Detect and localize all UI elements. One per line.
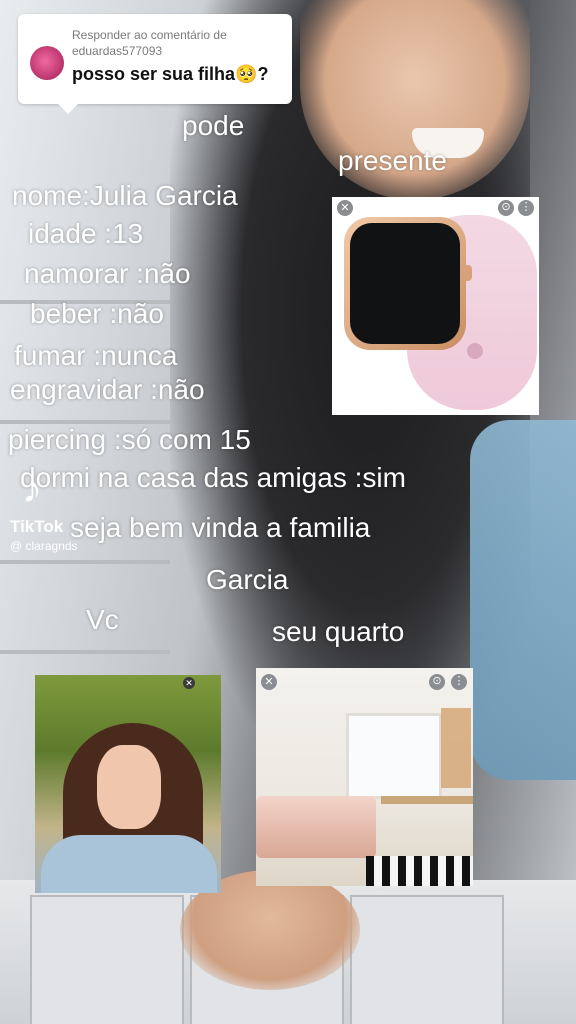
text-piercing: piercing :só com 15: [8, 424, 251, 455]
text-nome: nome:Julia Garcia: [12, 180, 238, 211]
shirt-shape: [470, 420, 576, 780]
close-icon[interactable]: ✕: [183, 677, 195, 689]
room-bed: [256, 796, 376, 858]
girl-shirt: [41, 835, 217, 893]
tiktok-app-name: TikTok: [10, 517, 64, 536]
tiktok-watermark: ♪ TikTok @ claragnds: [10, 465, 100, 561]
photo-vc[interactable]: ✕: [35, 675, 221, 893]
shelf: [0, 650, 170, 654]
share-icon[interactable]: ⊙: [429, 674, 445, 690]
text-engravidar: engravidar :não: [10, 374, 205, 405]
text-presente: presente: [338, 145, 447, 176]
cabinet-door: [30, 895, 184, 1024]
text-vc: Vc: [86, 604, 119, 635]
room-desk: [381, 796, 473, 804]
watch-image[interactable]: ✕ ⊙ ⋮: [332, 197, 539, 415]
share-icon[interactable]: ⊙: [498, 200, 514, 216]
reply-comment-text: posso ser sua filha🥺?: [72, 64, 269, 84]
room-window: [346, 713, 442, 799]
more-icon[interactable]: ⋮: [518, 200, 534, 216]
watch-screen: [350, 223, 460, 344]
commenter-avatar: [30, 46, 64, 80]
reply-comment-card[interactable]: Responder ao comentário de eduardas57709…: [18, 14, 292, 114]
reply-label: Responder ao comentário de eduardas57709…: [72, 28, 227, 58]
more-icon[interactable]: ⋮: [451, 674, 467, 690]
cabinet-door: [350, 895, 504, 1024]
text-namorar: namorar :não: [24, 258, 191, 289]
text-seu-quarto: seu quarto: [272, 616, 405, 647]
watch-crown: [462, 265, 472, 281]
text-beber: beber :não: [30, 298, 164, 329]
tiktok-username: @ claragnds: [10, 539, 78, 553]
band-hole: [467, 343, 483, 359]
text-garcia: Garcia: [206, 564, 289, 595]
tiktok-logo-icon: ♪: [22, 467, 42, 511]
room-shelf: [441, 708, 471, 788]
close-icon[interactable]: ✕: [261, 674, 277, 690]
watch-case: [344, 217, 466, 350]
text-idade: idade :13: [28, 218, 144, 249]
photo-seu-quarto[interactable]: ✕ ⊙ ⋮: [256, 668, 473, 886]
close-icon[interactable]: ✕: [337, 200, 353, 216]
text-bem-vinda: seja bem vinda a familia: [70, 512, 371, 543]
text-pode: pode: [182, 110, 245, 141]
text-fumar: fumar :nunca: [14, 340, 178, 371]
girl-face: [97, 745, 161, 829]
room-rug: [366, 856, 473, 886]
